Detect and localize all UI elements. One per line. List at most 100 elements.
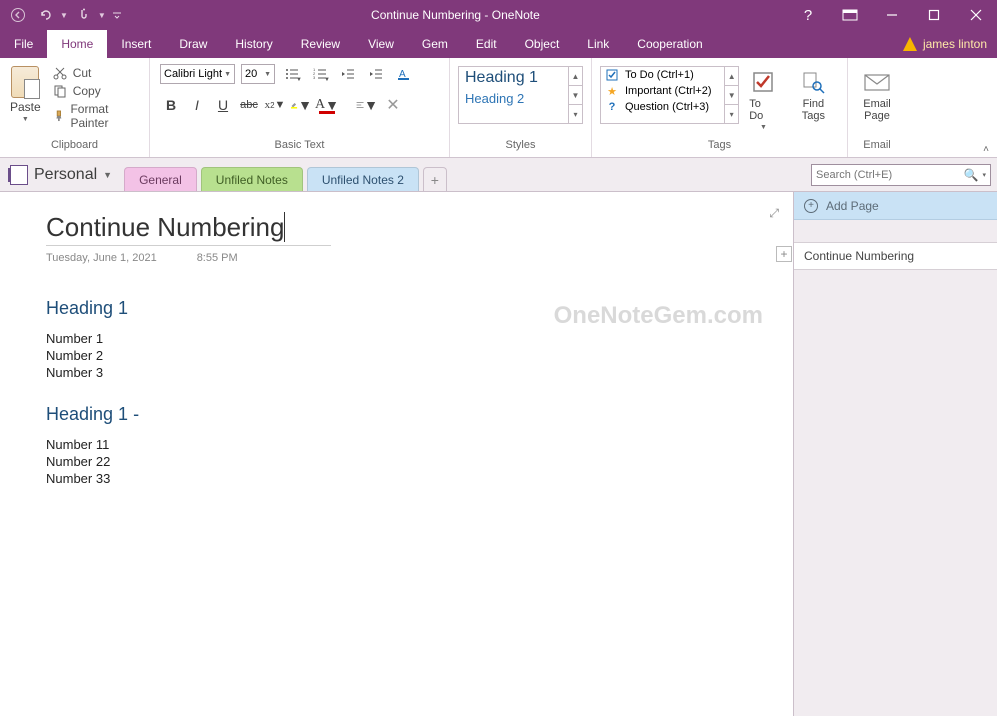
search-input[interactable] (816, 169, 960, 181)
tags-gallery[interactable]: To Do (Ctrl+1) ★Important (Ctrl+2) ?Ques… (600, 66, 739, 124)
note-body[interactable]: Heading 1 Number 1 Number 2 Number 3 Hea… (46, 298, 793, 486)
menu-review[interactable]: Review (287, 30, 354, 58)
menu-cooperation[interactable]: Cooperation (623, 30, 716, 58)
tag-important[interactable]: ★Important (Ctrl+2) (601, 83, 738, 99)
italic-button[interactable]: I (186, 94, 208, 116)
font-size-selector[interactable]: 20▼ (241, 64, 275, 84)
menu-view[interactable]: View (354, 30, 408, 58)
menu-link[interactable]: Link (573, 30, 623, 58)
minimize-button[interactable] (871, 0, 913, 30)
close-button[interactable] (955, 0, 997, 30)
section-tab-unfiled-notes-2[interactable]: Unfiled Notes 2 (307, 167, 419, 191)
todo-label: To Do (749, 98, 778, 122)
ribbon-display-icon[interactable] (829, 0, 871, 30)
styles-scroll-up[interactable]: ▲ (569, 67, 582, 86)
notebook-selector[interactable]: Personal ▼ (6, 163, 116, 187)
tag-todo[interactable]: To Do (Ctrl+1) (601, 67, 738, 83)
search-icon[interactable]: 🔍 (964, 168, 979, 182)
line-6[interactable]: Number 33 (46, 471, 793, 486)
undo-dropdown-icon[interactable]: ▼ (60, 11, 68, 20)
outdent-button[interactable] (337, 64, 359, 84)
menu-draw[interactable]: Draw (165, 30, 221, 58)
line-1[interactable]: Number 1 (46, 331, 793, 346)
line-5[interactable]: Number 22 (46, 454, 793, 469)
user-account[interactable]: james linton (903, 30, 997, 58)
menu-insert[interactable]: Insert (107, 30, 165, 58)
tags-scroll-up[interactable]: ▲ (725, 67, 738, 86)
line-4[interactable]: Number 11 (46, 437, 793, 452)
copy-button[interactable]: Copy (53, 84, 137, 98)
underline-button[interactable]: U (212, 94, 234, 116)
align-button[interactable]: ▼ (356, 94, 378, 116)
menu-gem[interactable]: Gem (408, 30, 462, 58)
numbering-button[interactable]: 123▼ (309, 64, 331, 84)
note-canvas[interactable]: ⤢ Continue Numbering Tuesday, June 1, 20… (0, 192, 793, 716)
bold-button[interactable]: B (160, 94, 182, 116)
page-date: Tuesday, June 1, 2021 (46, 252, 157, 264)
subscript-button[interactable]: x2▼ (264, 94, 286, 116)
menu-home[interactable]: Home (47, 30, 107, 58)
page-entry-current[interactable]: Continue Numbering (794, 242, 997, 270)
add-page-button[interactable]: + Add Page (794, 192, 997, 220)
todo-tag-button[interactable]: To Do ▼ (743, 62, 784, 135)
menu-file[interactable]: File (0, 30, 47, 58)
paste-icon (11, 66, 39, 98)
maximize-button[interactable] (913, 0, 955, 30)
find-tags-button[interactable]: Find Tags (784, 62, 843, 135)
tags-more[interactable]: ▾ (725, 105, 738, 123)
brush-icon (53, 109, 65, 123)
style-heading2[interactable]: Heading 2 (465, 91, 576, 106)
email-group-label: Email (848, 139, 906, 157)
page-list: + Continue Numbering (794, 220, 997, 270)
font-color-button[interactable]: A▼ (316, 94, 338, 116)
menu-history[interactable]: History (221, 30, 286, 58)
page-time: 8:55 PM (197, 252, 238, 264)
line-3[interactable]: Number 3 (46, 365, 793, 380)
copy-label: Copy (73, 84, 101, 98)
style-heading1[interactable]: Heading 1 (465, 69, 576, 87)
paste-button[interactable]: Paste ▼ (4, 62, 47, 135)
page-panel: + Add Page + Continue Numbering (793, 192, 997, 716)
heading-1a[interactable]: Heading 1 (46, 298, 793, 319)
indent-button[interactable] (365, 64, 387, 84)
clear-formatting-button[interactable]: ✕ (382, 94, 404, 116)
page-title[interactable]: Continue Numbering (46, 212, 285, 242)
section-tab-unfiled-notes[interactable]: Unfiled Notes (201, 167, 303, 191)
touch-mode-icon[interactable] (72, 3, 96, 27)
collapse-ribbon-icon[interactable]: ˄ (983, 144, 989, 155)
undo-icon[interactable] (34, 3, 58, 27)
back-icon[interactable] (6, 3, 30, 27)
section-tab-general[interactable]: General (124, 167, 197, 191)
format-painter-button[interactable]: Format Painter (53, 102, 137, 130)
heading-1b[interactable]: Heading 1 - (46, 404, 793, 425)
cut-label: Cut (73, 66, 92, 80)
email-page-button[interactable]: Email Page (852, 62, 902, 135)
ribbon-group-styles: Heading 1 Heading 2 ▲ ▼ ▾ Styles (450, 58, 592, 157)
expand-icon[interactable]: ⤢ (769, 206, 779, 221)
main-area: ⤢ Continue Numbering Tuesday, June 1, 20… (0, 192, 997, 716)
find-tags-label: Find Tags (790, 98, 837, 122)
find-tags-icon (799, 68, 827, 96)
add-section-button[interactable]: + (423, 167, 447, 191)
cut-button[interactable]: Cut (53, 66, 137, 80)
help-icon[interactable]: ? (787, 0, 829, 30)
strikethrough-button[interactable]: abc (238, 94, 260, 116)
styles-scroll-down[interactable]: ▼ (569, 86, 582, 105)
font-selector[interactable]: Calibri Light▼ (160, 64, 235, 84)
ribbon: Paste ▼ Cut Copy Format Painter Clipboar… (0, 58, 997, 158)
bullets-button[interactable]: ▼ (281, 64, 303, 84)
styles-more[interactable]: ▾ (569, 105, 582, 123)
line-2[interactable]: Number 2 (46, 348, 793, 363)
tags-scroll-down[interactable]: ▼ (725, 86, 738, 105)
highlight-button[interactable]: ▼ (290, 94, 312, 116)
add-subpage-button[interactable]: + (776, 246, 792, 262)
styles-gallery[interactable]: Heading 1 Heading 2 ▲ ▼ ▾ (458, 66, 583, 124)
search-box[interactable]: 🔍 ▾ (811, 164, 991, 186)
menu-edit[interactable]: Edit (462, 30, 511, 58)
search-dropdown-icon[interactable]: ▾ (982, 171, 986, 179)
paragraph-spacing-button[interactable]: A (393, 64, 415, 84)
tag-question[interactable]: ?Question (Ctrl+3) (601, 99, 738, 115)
qat-customize-icon[interactable] (110, 3, 124, 27)
qat-dropdown-icon[interactable]: ▼ (98, 11, 106, 20)
menu-object[interactable]: Object (511, 30, 574, 58)
